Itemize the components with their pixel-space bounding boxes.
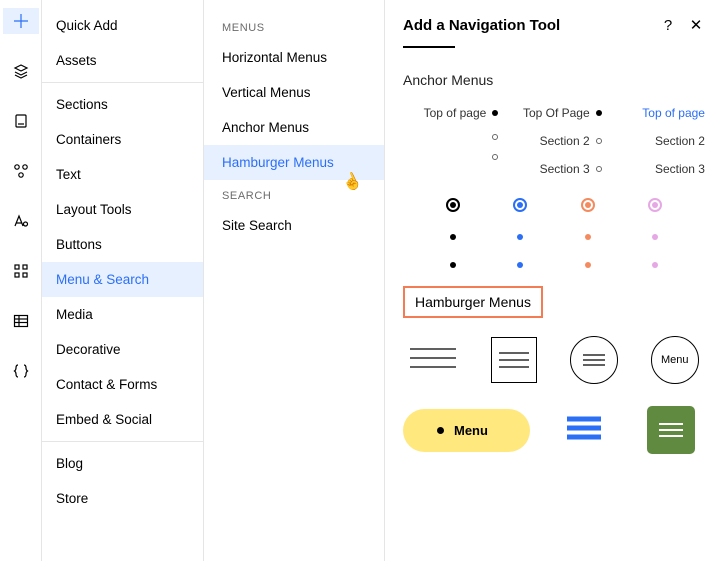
section-label: MENUS [204,12,384,40]
subcategory-item[interactable]: Anchor Menus [204,110,384,145]
panel: Add a Navigation Tool ? ✕ Anchor Menus T… [385,0,723,561]
category-item[interactable]: Sections [42,87,203,122]
hamburger-plain-lines[interactable] [410,345,456,376]
subcategories-column: MENUSHorizontal MenusVertical MenusAncho… [204,0,385,561]
typography-icon[interactable] [3,208,39,234]
color-dot-icon [652,234,658,240]
anchor-label: Section 3 [655,162,705,176]
color-dot-icon [652,262,658,268]
subcategory-item[interactable]: Hamburger Menus☝ [204,145,384,180]
tab-underline [403,46,455,48]
braces-icon[interactable] [3,358,39,384]
category-item[interactable]: Text [42,157,203,192]
hamburger-pill-label: Menu [454,423,488,438]
hamburger-section-head: Hamburger Menus [403,286,543,318]
color-dot-icon [517,262,523,268]
color-dot-icon [450,262,456,268]
layers-icon[interactable] [3,58,39,84]
plus-icon[interactable] [3,8,39,34]
category-item[interactable]: Layout Tools [42,192,203,227]
section-label: SEARCH [204,180,384,208]
anchor-label: Section 2 [540,134,590,148]
color-dot-icon [517,234,523,240]
category-item[interactable]: Media [42,297,203,332]
anchor-label: Top of page [424,106,487,120]
help-icon[interactable]: ? [659,17,677,34]
hamburger-green-icon[interactable] [647,406,695,454]
anchor-preview[interactable]: Top Of Page Section 2 Section 3 [506,106,601,176]
color-preview[interactable] [513,198,527,268]
hamburger-boxed-icon[interactable] [491,337,537,383]
subcategory-item[interactable]: Site Search [204,208,384,243]
icon-toolbar [0,0,42,561]
color-ring-icon [648,198,662,212]
apps-icon[interactable] [3,158,39,184]
dot-icon [437,427,444,434]
anchor-preview[interactable]: Top of page [403,106,498,176]
color-preview[interactable] [581,198,595,268]
hamburger-circle-text-label: Menu [661,354,689,366]
anchor-label: Top of page [642,106,705,120]
category-item[interactable]: Menu & Search [42,262,203,297]
color-preview[interactable] [446,198,460,268]
color-dot-icon [585,234,591,240]
anchor-label: Section 2 [655,134,705,148]
category-item[interactable]: Quick Add [42,8,203,43]
anchor-preview[interactable]: Top of page Section 2 Section 3 [610,106,705,176]
color-ring-icon [581,198,595,212]
anchor-section-head: Anchor Menus [403,72,705,88]
bullet-solid-icon [596,110,602,116]
color-dot-grid [419,198,689,268]
category-item[interactable]: Embed & Social [42,402,203,437]
hamburger-circle-icon[interactable] [570,336,618,384]
panel-title: Add a Navigation Tool [403,17,649,34]
bullet-ring-icon [596,166,602,172]
color-dot-icon [450,234,456,240]
color-preview[interactable] [648,198,662,268]
color-dot-icon [585,262,591,268]
category-item[interactable]: Decorative [42,332,203,367]
subcategory-item[interactable]: Horizontal Menus [204,40,384,75]
hamburger-previews-row2: Menu [403,406,705,454]
hamburger-previews-row1: Menu [403,336,705,384]
category-item[interactable]: Blog [42,446,203,481]
anchor-label: Top Of Page [523,106,590,120]
bullet-solid-icon [492,110,498,116]
bullet-ring-icon [596,138,602,144]
color-ring-icon [513,198,527,212]
color-ring-icon [446,198,460,212]
anchor-label: Section 3 [540,162,590,176]
category-item[interactable]: Containers [42,122,203,157]
categories-column: Quick AddAssets SectionsContainersTextLay… [42,0,204,561]
category-item[interactable]: Assets [42,43,203,78]
category-item[interactable]: Contact & Forms [42,367,203,402]
category-item[interactable]: Store [42,481,203,516]
page-icon[interactable] [3,108,39,134]
hamburger-circle-text[interactable]: Menu [651,336,699,384]
bullet-ring-icon [492,134,498,140]
grid-icon[interactable] [3,258,39,284]
subcategory-item[interactable]: Vertical Menus [204,75,384,110]
hamburger-pill-button[interactable]: Menu [403,409,530,452]
table-icon[interactable] [3,308,39,334]
category-item[interactable]: Buttons [42,227,203,262]
hamburger-blue-icon[interactable] [567,416,601,445]
anchor-previews: Top of page Top Of Page Section 2 Section 3… [403,106,705,176]
bullet-ring-icon [492,154,498,160]
close-icon[interactable]: ✕ [687,16,705,34]
